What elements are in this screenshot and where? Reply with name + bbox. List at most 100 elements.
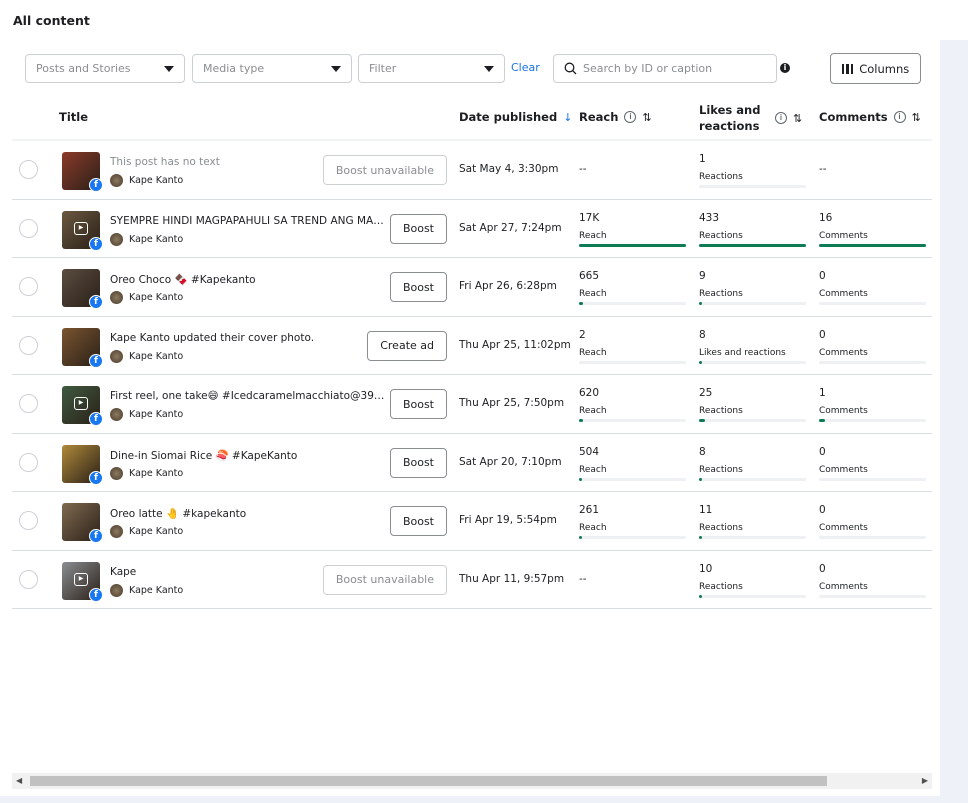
facebook-icon: f — [89, 236, 103, 251]
post-title[interactable]: SYEMPRE HINDI MAGPAPAHULI SA TREND ANG M… — [110, 215, 385, 227]
comments-bar-track — [819, 243, 926, 247]
sort-icon[interactable]: ⇅ — [912, 111, 921, 124]
reach-cell: 504 Reach — [579, 446, 686, 481]
post-title[interactable]: Kape Kanto updated their cover photo. — [110, 332, 385, 344]
avatar — [110, 466, 123, 480]
caret-down-icon — [331, 65, 341, 72]
comments-value: 0 — [819, 270, 826, 282]
date-published: Thu Apr 25, 7:50pm — [459, 397, 565, 409]
info-icon[interactable]: i — [893, 111, 906, 123]
comments-cell: 0 Comments — [819, 270, 926, 305]
filter-dropdown[interactable]: Filter — [358, 54, 505, 83]
header-likes[interactable]: Likes and reactions i ⇅ — [699, 102, 811, 134]
comments-cell: 0 Comments — [819, 329, 926, 364]
comments-label: Comments — [819, 464, 868, 475]
info-icon[interactable]: i — [775, 112, 787, 124]
sort-icon[interactable]: ⇅ — [793, 112, 802, 125]
posts-type-dropdown[interactable]: Posts and Stories — [25, 54, 185, 83]
reach-bar-fill — [579, 477, 583, 481]
reach-label: Reach — [579, 523, 607, 533]
likes-bar-fill — [699, 243, 806, 247]
comments-bar-track — [819, 360, 926, 364]
media-type-dropdown[interactable]: Media type — [192, 54, 352, 83]
columns-button[interactable]: Columns — [830, 53, 921, 84]
sort-icon[interactable]: ⇅ — [642, 111, 651, 124]
boost-button[interactable]: Boost — [389, 389, 447, 419]
post-author: Kape Kanto — [110, 583, 183, 597]
reach-bar-fill — [579, 419, 584, 422]
row-select-radio[interactable] — [19, 569, 38, 589]
likes-value: 25 — [699, 387, 713, 399]
row-select-radio[interactable] — [19, 218, 38, 238]
avatar — [110, 408, 123, 421]
side-panel-background — [940, 40, 968, 803]
boost-button[interactable]: Boost — [389, 506, 447, 536]
likes-value: 9 — [699, 270, 706, 282]
comments-value: 0 — [819, 504, 826, 516]
row-select-radio[interactable] — [19, 335, 38, 355]
post-title[interactable]: Oreo Choco 🍫 #Kapekanto — [110, 273, 385, 286]
row-select-radio[interactable] — [19, 277, 38, 296]
horizontal-scrollbar[interactable]: ◀ ▶ — [12, 773, 932, 789]
scroll-left-icon[interactable]: ◀ — [16, 776, 22, 785]
author-name: Kape Kanto — [129, 233, 184, 245]
row-select-radio[interactable] — [19, 511, 38, 530]
header-reach-label: Reach — [579, 110, 619, 124]
clear-link[interactable]: Clear — [511, 61, 540, 74]
header-date[interactable]: Date published ↓ — [459, 110, 572, 124]
boost-unavailable-button: Boost unavailable — [322, 564, 447, 595]
reach-value: 665 — [579, 270, 600, 282]
avatar — [110, 349, 123, 363]
reach-cell: 17K Reach — [579, 212, 686, 247]
likes-bar-track — [699, 419, 806, 422]
post-author: Kape Kanto — [110, 232, 184, 246]
reach-bar-fill — [579, 243, 686, 247]
likes-label: Reactions — [699, 406, 743, 416]
info-icon[interactable]: i — [780, 63, 790, 73]
reel-icon: ▶ — [74, 572, 88, 586]
comments-bar-track — [819, 477, 926, 481]
row-select-radio[interactable] — [19, 394, 38, 413]
header-reach[interactable]: Reach i ⇅ — [579, 110, 652, 124]
post-title[interactable]: Dine-in Siomai Rice 🍣 #KapeKanto — [110, 449, 385, 462]
header-comments-label: Comments — [819, 110, 888, 124]
likes-bar-fill — [699, 302, 702, 305]
info-icon[interactable]: i — [624, 111, 637, 123]
reel-icon: ▶ — [74, 221, 88, 235]
row-select-radio[interactable] — [19, 160, 38, 179]
reach-label: Reach — [579, 347, 607, 358]
reach-cell: 261 Reach — [579, 504, 686, 539]
reach-bar-track — [579, 302, 686, 305]
table-row: f This post has no text Kape Kanto Boost… — [12, 141, 932, 200]
boost-button[interactable]: Boost — [389, 447, 447, 478]
post-title[interactable]: Oreo latte 🤚 #kapekanto — [110, 507, 385, 520]
likes-bar-fill — [699, 536, 703, 539]
reach-bar-track — [579, 477, 686, 481]
avatar — [110, 232, 123, 246]
facebook-icon: f — [89, 178, 103, 192]
boost-button[interactable]: Boost — [389, 213, 447, 244]
facebook-icon: f — [89, 295, 103, 309]
search-input[interactable]: Search by ID or caption — [553, 54, 777, 83]
scrollbar-thumb[interactable] — [30, 776, 827, 786]
likes-value: 433 — [699, 211, 720, 224]
boost-button[interactable]: Boost — [389, 272, 447, 302]
create-ad-button[interactable]: Create ad — [367, 330, 447, 361]
comments-bar-track — [819, 536, 926, 539]
header-title-label: Title — [59, 110, 89, 124]
page-title: All content — [13, 13, 90, 28]
comments-value: 0 — [819, 445, 826, 458]
reach-empty: -- — [579, 163, 587, 175]
table-row: ▶ f First reel, one take😄 #Icedcaramelma… — [12, 375, 932, 434]
arrow-down-icon: ↓ — [563, 110, 573, 124]
filter-placeholder: Filter — [369, 62, 397, 75]
likes-bar-fill — [699, 419, 706, 422]
post-title[interactable]: First reel, one take😄 #Icedcaramelmacchi… — [110, 390, 385, 402]
scroll-right-icon[interactable]: ▶ — [922, 776, 928, 785]
header-comments[interactable]: Comments i ⇅ — [819, 110, 921, 124]
reach-label: Reach — [579, 230, 607, 241]
reach-bar-fill — [579, 302, 584, 305]
date-published: Sat Apr 27, 7:24pm — [459, 221, 562, 234]
row-select-radio[interactable] — [19, 452, 38, 472]
likes-cell: 25 Reactions — [699, 387, 806, 422]
